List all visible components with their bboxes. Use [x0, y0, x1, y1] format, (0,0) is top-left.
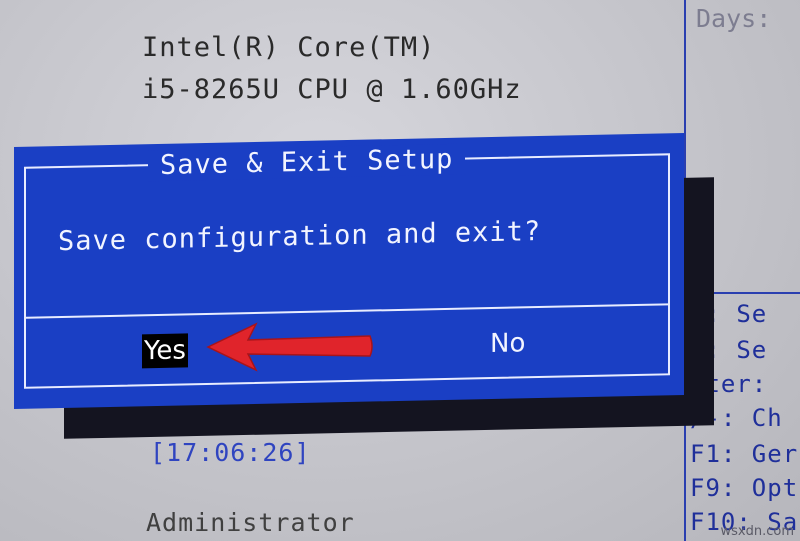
system-time[interactable]: [17:06:26] [150, 438, 311, 467]
no-button[interactable]: No [490, 326, 525, 361]
dialog-divider [26, 303, 668, 319]
cpu-name-line2: i5-8265U CPU @ 1.60GHz [142, 74, 522, 105]
help-line-f9: F9: Opt [690, 474, 799, 502]
cpu-name-line1: Intel(R) Core(TM) [142, 32, 436, 63]
help-line-f1: F1: Ger [690, 440, 799, 468]
yes-button[interactable]: Yes [142, 333, 188, 369]
watermark: wsxdn.com [720, 524, 795, 539]
administrator-password-label: Administrator [146, 508, 355, 537]
red-arrow-icon [206, 322, 373, 372]
